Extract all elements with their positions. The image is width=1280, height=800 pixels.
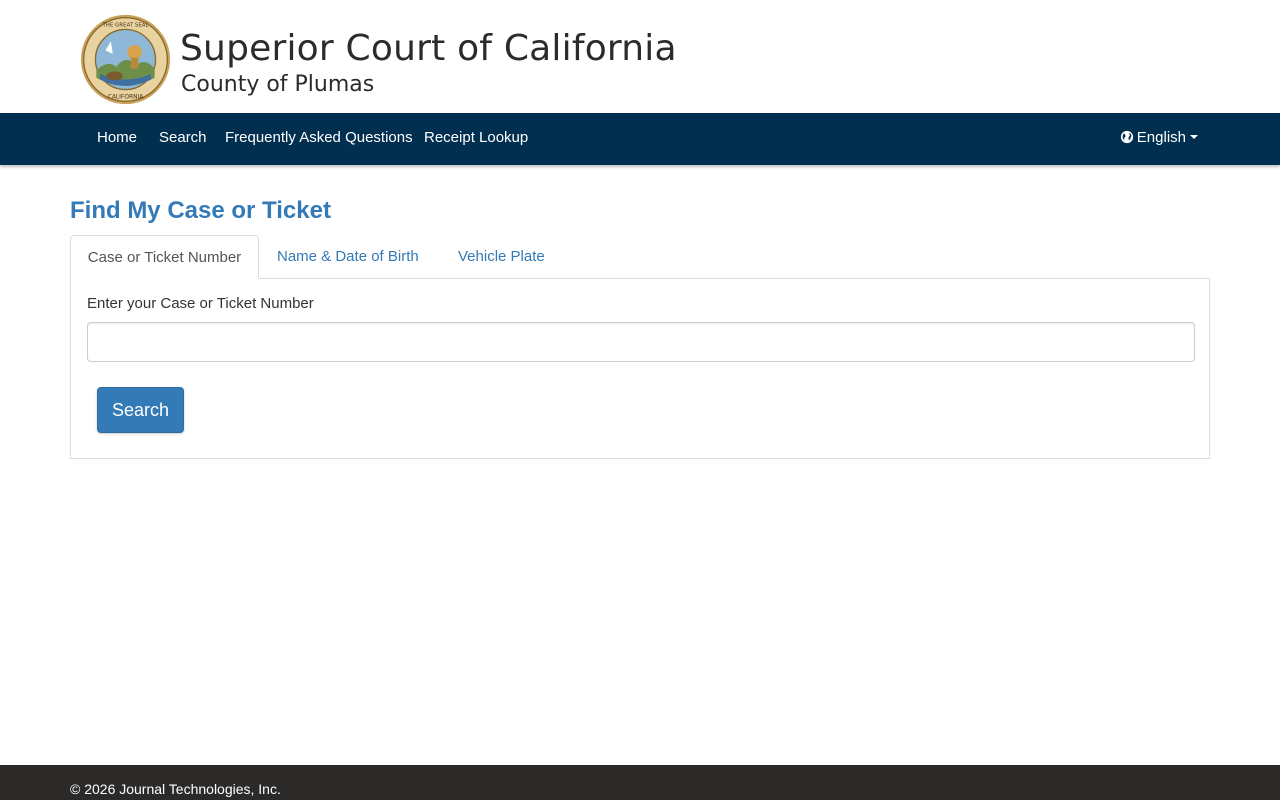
nav-home-link[interactable]: Home	[97, 113, 137, 165]
california-seal-icon: THE GREAT SEAL CALIFORNIA	[80, 14, 171, 105]
chevron-down-icon	[1190, 135, 1198, 139]
main-navbar: Home Search Frequently Asked Questions R…	[0, 113, 1280, 165]
site-subtitle: County of Plumas	[181, 72, 375, 97]
tab-name-and-date-of-birth[interactable]: Name & Date of Birth	[277, 235, 419, 279]
case-number-label: Enter your Case or Ticket Number	[87, 295, 314, 312]
tab-case-or-ticket-number[interactable]: Case or Ticket Number	[70, 235, 259, 279]
footer-copyright: © 2026 Journal Technologies, Inc.	[70, 781, 281, 797]
nav-faq-link[interactable]: Frequently Asked Questions	[225, 113, 413, 165]
page-title: Find My Case or Ticket	[70, 197, 331, 224]
tab-vehicle-plate[interactable]: Vehicle Plate	[458, 235, 545, 279]
language-dropdown[interactable]: English	[1120, 113, 1198, 165]
language-label: English	[1136, 129, 1186, 146]
site-title: Superior Court of California	[180, 28, 677, 69]
search-tabs: Case or Ticket Number Name & Date of Bir…	[70, 235, 1210, 279]
nav-receipt-lookup-link[interactable]: Receipt Lookup	[424, 113, 528, 165]
svg-text:CALIFORNIA: CALIFORNIA	[108, 95, 144, 101]
nav-search-link[interactable]: Search	[159, 113, 207, 165]
svg-text:THE GREAT SEAL: THE GREAT SEAL	[101, 23, 149, 29]
search-panel: Enter your Case or Ticket Number Search	[70, 278, 1210, 459]
case-number-input[interactable]	[87, 322, 1195, 362]
site-header: THE GREAT SEAL CALIFORNIA Superior Court…	[0, 0, 1280, 113]
search-button[interactable]: Search	[97, 387, 184, 433]
globe-icon	[1120, 130, 1133, 144]
site-footer: © 2026 Journal Technologies, Inc.	[0, 765, 1280, 800]
